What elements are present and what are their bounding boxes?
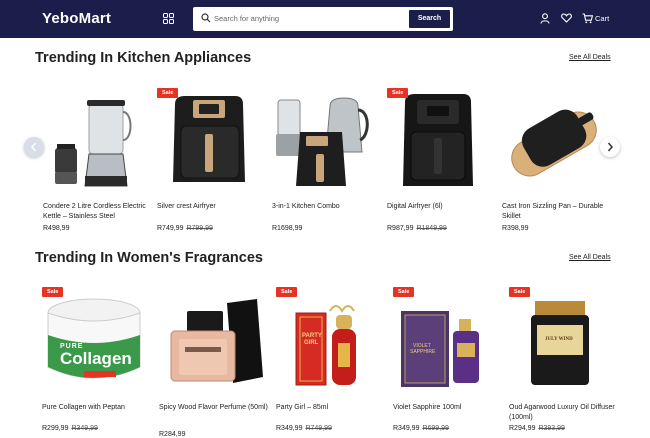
grid-icon[interactable] [163, 13, 174, 24]
section-title-fragrances: Trending In Women's Fragrances [35, 250, 263, 266]
product-image[interactable] [385, 86, 493, 194]
product-price: R349,99 R699,99 [393, 425, 449, 432]
product-name[interactable]: Digital Airfryer (6l) [387, 202, 497, 212]
sale-badge: Sale [276, 287, 298, 297]
cart-label[interactable]: Cart [595, 14, 609, 23]
old-price: R393,99 [538, 425, 565, 432]
cart-icon[interactable] [582, 13, 593, 24]
search-icon [201, 13, 211, 23]
party-girl-label-1: PARTY [302, 333, 322, 339]
chevron-left-icon [31, 142, 37, 152]
product-image[interactable] [41, 86, 149, 194]
user-icon[interactable] [540, 13, 550, 24]
product-name[interactable]: Violet Sapphire 100ml [393, 403, 503, 413]
product-price: R349,99 R749,99 [276, 425, 332, 432]
current-price: R749,99 [157, 225, 184, 232]
current-price: R1698,99 [272, 225, 303, 232]
product-name[interactable]: Silver crest Airfryer [157, 202, 267, 212]
product-image[interactable] [157, 285, 265, 393]
current-price: R294,99 [509, 425, 536, 432]
collagen-label-word: Collagen [60, 349, 132, 368]
product-name[interactable]: 3-in-1 Kitchen Combo [272, 202, 382, 212]
carousel-prev-button[interactable] [24, 137, 44, 157]
sale-badge: Sale [157, 88, 179, 98]
product-price: R498,99 [43, 225, 69, 232]
sale-badge: Sale [42, 287, 64, 297]
party-girl-label-2: GIRL [304, 340, 319, 346]
search-input[interactable]: Search for anything [214, 14, 279, 23]
product-price: R987,99 R1849,99 [387, 225, 447, 232]
product-image[interactable]: JULY WIND [507, 285, 615, 393]
see-all-deals-link[interactable]: See All Deals [569, 254, 611, 261]
current-price: R349,99 [393, 425, 420, 432]
old-price: R749,99 [305, 425, 332, 432]
oud-label: JULY WIND [545, 337, 573, 342]
current-price: R498,99 [43, 225, 70, 232]
site-logo[interactable]: YeboMart [42, 10, 111, 27]
product-name[interactable]: Condere 2 Litre Cordless Electric Kettle… [43, 202, 153, 221]
product-name[interactable]: Party Girl – 85ml [276, 403, 386, 413]
see-all-deals-link[interactable]: See All Deals [569, 54, 611, 61]
product-name[interactable]: Pure Collagen with Peptan [42, 403, 152, 413]
product-image[interactable] [155, 86, 263, 194]
product-price: R1698,99 [272, 225, 302, 232]
product-image[interactable] [500, 86, 608, 194]
product-price: R299,99 R349,99 [42, 425, 98, 432]
product-price: R749,99 R799,99 [157, 225, 213, 232]
old-price: R699,99 [422, 425, 449, 432]
heart-icon[interactable] [561, 13, 572, 23]
product-name[interactable]: Cast Iron Sizzling Pan – Durable Skillet [502, 202, 612, 221]
product-image[interactable] [270, 86, 378, 194]
current-price: R398,99 [502, 225, 529, 232]
product-image[interactable]: PURE Collagen [40, 285, 148, 393]
product-image[interactable]: PARTY GIRL [274, 285, 382, 393]
product-price: R398,99 [502, 225, 528, 232]
current-price: R349,99 [276, 425, 303, 432]
product-name[interactable]: Spicy Wood Flavor Perfume (50ml) [159, 403, 269, 413]
product-price: R294,99 R393,99 [509, 425, 565, 432]
chevron-right-icon [607, 142, 613, 152]
old-price: R799,99 [186, 225, 213, 232]
top-navbar: YeboMart Search for anything Search Cart [0, 0, 650, 38]
carousel-next-button[interactable] [600, 137, 620, 157]
product-name[interactable]: Oud Agarwood Luxury Oil Diffuser (100ml) [509, 403, 619, 422]
search-button[interactable]: Search [409, 10, 450, 28]
old-price: R1849,99 [416, 225, 447, 232]
violet-label-2: SAPPHIRE [410, 349, 436, 355]
sale-badge: Sale [393, 287, 415, 297]
sale-badge: Sale [509, 287, 531, 297]
product-image[interactable]: VIOLET SAPPHIRE [391, 285, 499, 393]
old-price: R349,99 [71, 425, 98, 432]
current-price: R299,99 [42, 425, 69, 432]
search-bar: Search for anything Search [193, 7, 453, 31]
section-title-kitchen: Trending In Kitchen Appliances [35, 50, 252, 66]
current-price: R987,99 [387, 225, 414, 232]
sale-badge: Sale [387, 88, 409, 98]
